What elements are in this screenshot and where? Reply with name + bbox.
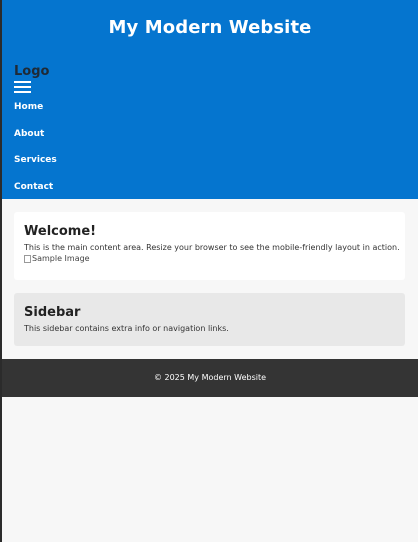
sidebar-heading: Sidebar [24,305,81,320]
site-title: My Modern Website [108,17,312,38]
footer-text: © 2025 My Modern Website [153,373,267,382]
broken-image-icon [24,254,31,263]
hamburger-bar [14,86,31,88]
sample-image: Sample Image [24,254,395,263]
main-body-text: This is the main content area. Resize yo… [24,243,400,252]
nav-link-contact[interactable]: Contact [14,182,53,192]
nav-link-services[interactable]: Services [14,155,57,165]
site-footer: © 2025 My Modern Website [2,359,418,397]
hamburger-bar [14,81,31,83]
hamburger-menu-icon[interactable] [14,81,31,94]
site-header: My Modern Website Logo Home About Servic… [2,0,418,199]
hamburger-bar [14,91,31,93]
logo[interactable]: Logo [14,64,49,79]
nav-link-about[interactable]: About [14,129,44,139]
sample-image-alt: Sample Image [32,254,90,264]
page-viewport: My Modern Website Logo Home About Servic… [2,0,418,542]
main-heading: Welcome! [24,224,97,239]
sidebar: Sidebar This sidebar contains extra info… [14,293,405,346]
nav-link-home[interactable]: Home [14,102,43,112]
main-content: Welcome! This is the main content area. … [14,212,405,280]
sidebar-body-text: This sidebar contains extra info or navi… [24,324,229,333]
